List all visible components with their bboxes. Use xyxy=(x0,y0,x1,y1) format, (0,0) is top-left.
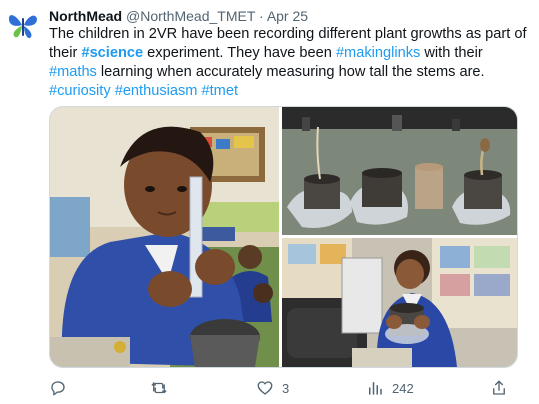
hashtag-science[interactable]: #science xyxy=(81,45,143,61)
separator-dot: · xyxy=(259,8,264,24)
hashtag-makinglinks[interactable]: #makinglinks xyxy=(336,45,420,61)
tweet-actions: 3 242 xyxy=(0,376,539,400)
views-count: 242 xyxy=(392,380,414,396)
media-grid xyxy=(49,106,518,368)
hashtag-enthusiasm[interactable]: #enthusiasm xyxy=(115,83,198,99)
tweet-date[interactable]: Apr 25 xyxy=(267,8,308,24)
photo-child-measuring-image xyxy=(50,107,279,367)
avatar[interactable] xyxy=(6,8,40,42)
butterfly-logo-icon xyxy=(8,15,37,39)
like-count: 3 xyxy=(282,380,290,396)
author-handle[interactable]: @NorthMead_TMET xyxy=(126,8,255,24)
retweet-button[interactable] xyxy=(150,376,176,400)
author-name[interactable]: NorthMead xyxy=(49,8,122,24)
share-icon xyxy=(493,380,505,395)
photo-plant-pots[interactable] xyxy=(282,107,517,235)
views-button[interactable]: 242 xyxy=(366,376,414,400)
views-icon xyxy=(369,382,382,395)
hashtag-maths[interactable]: #maths xyxy=(49,64,97,80)
hashtag-tmet[interactable]: #tmet xyxy=(202,83,239,99)
photo-child-measuring[interactable] xyxy=(50,107,279,367)
photo-plant-pots-image xyxy=(282,107,517,235)
reply-icon xyxy=(51,381,65,396)
retweet-icon xyxy=(151,382,167,394)
hashtag-curiosity[interactable]: #curiosity xyxy=(49,83,111,99)
heart-icon xyxy=(257,381,273,395)
tweet-text-part: with their xyxy=(420,45,483,61)
tweet-text-part: experiment. They have been xyxy=(143,45,336,61)
photo-child-with-pot[interactable] xyxy=(282,238,517,367)
tweet-header: NorthMead @NorthMead_TMET · Apr 25 xyxy=(49,7,308,25)
share-button[interactable] xyxy=(490,376,508,400)
like-button[interactable]: 3 xyxy=(256,376,289,400)
tweet-text-part: learning when accurately measuring how t… xyxy=(96,64,485,80)
tweet-text: The children in 2VR have been recording … xyxy=(49,25,531,101)
reply-button[interactable] xyxy=(49,376,75,400)
photo-child-with-pot-image xyxy=(282,238,517,367)
